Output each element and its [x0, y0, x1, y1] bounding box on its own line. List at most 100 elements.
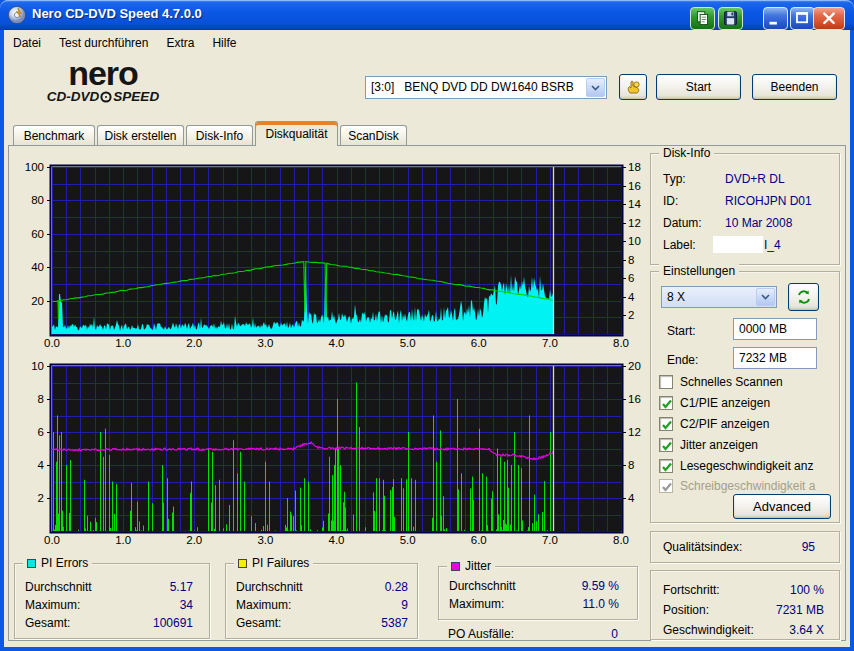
hand-icon: [625, 79, 642, 96]
chevron-down-icon[interactable]: [756, 288, 775, 306]
maximize-button[interactable]: [790, 7, 815, 30]
svg-text:1.0: 1.0: [115, 534, 131, 546]
svg-text:7.0: 7.0: [542, 534, 558, 546]
beenden-button[interactable]: Beenden: [752, 74, 837, 100]
pif-chart: 2 4 6 8 10 4 8 12 16 20 0.0 1.0 2.0 3.0 4.0 5.0 6.0 7.0 8.…: [13, 355, 658, 555]
svg-text:12: 12: [628, 426, 641, 438]
svg-text:2: 2: [38, 492, 44, 504]
pi-errors-swatch: [27, 559, 36, 568]
checkbox-schnelles-scannen[interactable]: Schnelles Scannen: [659, 374, 835, 390]
svg-text:6: 6: [628, 272, 634, 284]
menu-bar: Datei Test durchführen Extra Hilfe: [4, 32, 850, 54]
nero-logo: nero CD-DVD SPEED: [22, 58, 184, 104]
svg-text:6: 6: [38, 426, 44, 438]
svg-text:20: 20: [31, 295, 44, 307]
svg-text:4: 4: [38, 459, 45, 471]
quality-index-group: Qualitätsindex: 95: [650, 531, 840, 563]
app-icon: [7, 5, 27, 25]
menu-hilfe[interactable]: Hilfe: [203, 33, 245, 53]
menu-datei[interactable]: Datei: [4, 33, 50, 53]
drive-select[interactable]: [3:0] BENQ DVD DD DW1640 BSRB: [365, 76, 607, 99]
drive-hand-button[interactable]: [619, 74, 647, 100]
title-bar: Nero CD-DVD Speed 4.7.0.0: [0, 0, 854, 30]
svg-text:3.0: 3.0: [257, 534, 273, 546]
app-window: Nero CD-DVD Speed 4.7.0.0 Datei Test dur…: [0, 0, 854, 651]
jitter-swatch: [451, 562, 460, 571]
svg-text:6.0: 6.0: [471, 534, 487, 546]
svg-text:3.0: 3.0: [257, 337, 273, 349]
svg-text:0.0: 0.0: [44, 337, 60, 349]
svg-text:2.0: 2.0: [186, 337, 202, 349]
disk-info-group: Disk-Info Typ:DVD+R DL ID:RICOHJPN D01 D…: [650, 153, 840, 265]
svg-text:4: 4: [628, 492, 635, 504]
svg-text:10: 10: [31, 360, 44, 372]
save-button[interactable]: [718, 7, 743, 30]
pie-chart: 20406080100246810121416180.01.02.03.04.0…: [13, 152, 658, 352]
minimize-button[interactable]: [763, 7, 788, 30]
svg-text:8.0: 8.0: [613, 337, 629, 349]
svg-text:8: 8: [628, 254, 634, 266]
svg-text:2.0: 2.0: [186, 534, 202, 546]
refresh-button[interactable]: [788, 283, 819, 311]
svg-text:20: 20: [628, 360, 641, 372]
refresh-icon: [796, 289, 812, 305]
progress-group: Fortschritt:100 % Position:7231 MB Gesch…: [650, 570, 840, 640]
tab-disk-info[interactable]: Disk-Info: [186, 125, 253, 145]
close-button[interactable]: [813, 7, 845, 30]
svg-text:5.0: 5.0: [400, 337, 416, 349]
chevron-down-icon[interactable]: [586, 78, 605, 97]
pi-failures-swatch: [238, 559, 247, 568]
po-failures-label: PO Ausfälle:: [448, 627, 514, 641]
svg-text:8: 8: [38, 393, 44, 405]
checkbox-jitter[interactable]: Jitter anzeigen: [659, 437, 835, 453]
svg-text:60: 60: [31, 228, 44, 240]
drive-select-value: [3:0] BENQ DVD DD DW1640 BSRB: [371, 80, 574, 94]
svg-text:1.0: 1.0: [115, 337, 131, 349]
window-title: Nero CD-DVD Speed 4.7.0.0: [32, 6, 202, 21]
checkbox-c2-pif[interactable]: C2/PIF anzeigen: [659, 416, 835, 432]
svg-text:40: 40: [31, 261, 44, 273]
pi-errors-group: PI Errors Durchschnitt5.17 Maximum:34 Ge…: [14, 563, 210, 639]
svg-text:2: 2: [628, 309, 634, 321]
svg-text:0.0: 0.0: [44, 534, 60, 546]
svg-text:18: 18: [628, 161, 641, 173]
settings-group: Einstellungen 8 X Start:: [650, 271, 840, 523]
copy-button[interactable]: [690, 7, 715, 30]
quality-index-value: 95: [802, 540, 815, 554]
end-position-input[interactable]: [733, 347, 817, 369]
svg-text:7.0: 7.0: [542, 337, 558, 349]
svg-text:5.0: 5.0: [400, 534, 416, 546]
menu-test-durchfuehren[interactable]: Test durchführen: [50, 33, 157, 53]
po-failures-value: 0: [564, 627, 618, 641]
svg-text:16: 16: [628, 180, 641, 192]
checkbox-lesegeschwindigkeit[interactable]: Lesegeschwindigkeit anz: [659, 458, 835, 474]
label-censor: [713, 236, 763, 253]
svg-text:4.0: 4.0: [329, 534, 345, 546]
svg-text:4: 4: [628, 291, 635, 303]
svg-text:80: 80: [31, 194, 44, 206]
svg-text:6.0: 6.0: [471, 337, 487, 349]
start-position-input[interactable]: [733, 318, 817, 340]
tab-disk-erstellen[interactable]: Disk erstellen: [97, 125, 184, 145]
client-area: Datei Test durchführen Extra Hilfe nero …: [4, 30, 850, 647]
menu-extra[interactable]: Extra: [157, 33, 203, 53]
jitter-group: Jitter Durchschnitt9.59 % Maximum:11.0 %: [438, 566, 638, 620]
advanced-button[interactable]: Advanced: [733, 494, 831, 519]
start-button[interactable]: Start: [656, 74, 741, 100]
tab-page: 20406080100246810121416180.01.02.03.04.0…: [8, 145, 846, 641]
pi-failures-group: PI Failures Durchschnitt0.28 Maximum:9 G…: [225, 563, 418, 639]
tab-diskqualitaet[interactable]: Diskqualität: [255, 121, 338, 146]
checkbox-schreibgeschwindigkeit[interactable]: Schreibgeschwindigkeit a: [659, 478, 835, 494]
svg-text:16: 16: [628, 393, 641, 405]
svg-text:8: 8: [628, 459, 634, 471]
tab-scandisk[interactable]: ScanDisk: [340, 125, 407, 145]
checkbox-c1-pie[interactable]: C1/PIE anzeigen: [659, 395, 835, 411]
svg-text:8.0: 8.0: [613, 534, 629, 546]
svg-text:10: 10: [628, 235, 641, 247]
disc-icon: [100, 91, 112, 103]
svg-text:100: 100: [25, 161, 44, 173]
tab-benchmark[interactable]: Benchmark: [13, 125, 95, 145]
svg-text:4.0: 4.0: [329, 337, 345, 349]
svg-text:12: 12: [628, 217, 641, 229]
speed-select[interactable]: 8 X: [661, 286, 777, 308]
